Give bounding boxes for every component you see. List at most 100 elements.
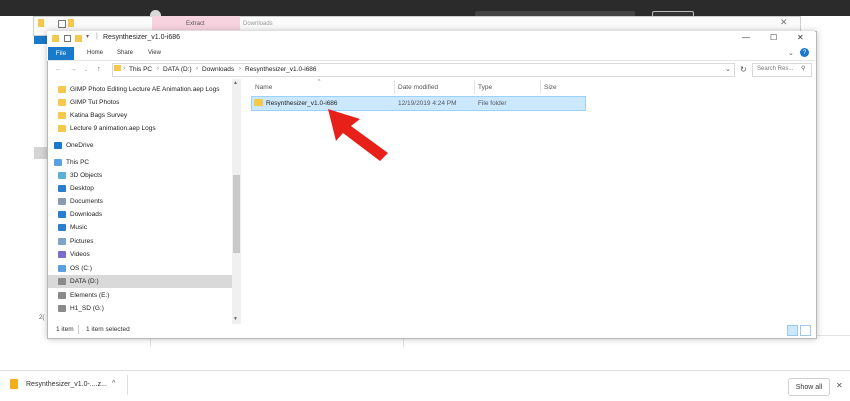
recent-locations-icon[interactable]: ⌄ — [84, 67, 88, 73]
details-view-icon[interactable] — [787, 325, 798, 336]
pictures-icon — [58, 238, 66, 245]
sidebar-item-label: 3D Objects — [70, 172, 103, 179]
maximize-button[interactable]: ☐ — [770, 33, 777, 42]
tab-share[interactable]: Share — [117, 50, 133, 56]
folder-icon — [58, 86, 66, 93]
close-icon[interactable]: ✕ — [836, 381, 843, 390]
sidebar-item-label: Music — [70, 224, 87, 231]
status-divider — [78, 325, 79, 334]
title-separator-icon: | — [96, 33, 98, 40]
column-header-type[interactable]: Type — [478, 84, 492, 91]
sidebar-item-8[interactable]: Documents — [48, 195, 233, 208]
tab-home[interactable]: Home — [87, 50, 103, 56]
sidebar-item-11[interactable]: Pictures — [48, 235, 233, 248]
up-arrow-icon[interactable]: ↑ — [97, 66, 101, 73]
show-all-button[interactable]: Show all — [788, 378, 830, 396]
sidebar-item-5[interactable]: This PC — [48, 156, 233, 169]
download-divider — [127, 375, 128, 395]
chevron-right-icon: › — [157, 66, 159, 72]
zip-file-icon — [10, 379, 18, 389]
sidebar-item-label: GIMP Photo Editing Lecture AE Animation.… — [70, 86, 220, 93]
sidebar-item-10[interactable]: Music — [48, 221, 233, 234]
sidebar-item-14[interactable]: DATA (D:) — [48, 275, 233, 288]
breadcrumb-downloads[interactable]: Downloads — [202, 66, 234, 73]
close-icon[interactable]: ✕ — [780, 17, 788, 28]
tab-file[interactable]: File — [48, 47, 74, 60]
scroll-up-icon[interactable]: ▲ — [233, 80, 238, 86]
back-arrow-icon[interactable]: ← — [55, 66, 62, 73]
forward-arrow-icon[interactable]: → — [70, 66, 77, 73]
sidebar-item-7[interactable]: Desktop — [48, 182, 233, 195]
drive-icon — [58, 292, 66, 299]
folder-icon — [38, 19, 44, 27]
sidebar-item-9[interactable]: Downloads — [48, 208, 233, 221]
chevron-right-icon: › — [123, 66, 125, 72]
sidebar-item-13[interactable]: OS (C:) — [48, 262, 233, 275]
column-divider[interactable] — [474, 80, 475, 94]
sidebar-item-label: This PC — [66, 159, 90, 166]
chevron-right-icon: › — [239, 66, 241, 72]
download-icon — [58, 211, 66, 218]
column-header-size[interactable]: Size — [544, 84, 557, 91]
close-button[interactable]: ✕ — [797, 33, 804, 42]
minimize-button[interactable]: — — [742, 33, 750, 42]
refresh-icon[interactable]: ↻ — [740, 65, 747, 74]
chevron-up-icon[interactable]: ^ — [112, 380, 115, 387]
download-item-name[interactable]: Resynthesizer_v1.0-....z... — [26, 381, 107, 388]
file-name: Resynthesizer_v1.0-i686 — [266, 100, 338, 107]
sidebar-item-16[interactable]: H1_SD (G:) — [48, 302, 233, 315]
help-button[interactable]: ? — [800, 48, 809, 57]
properties-icon[interactable] — [64, 35, 71, 42]
sidebar-item-label: H1_SD (G:) — [70, 305, 104, 312]
column-header-name[interactable]: Name — [255, 84, 272, 91]
sidebar-item-0[interactable]: GIMP Photo Editing Lecture AE Animation.… — [48, 83, 233, 96]
nav-scrollbar-thumb[interactable] — [233, 175, 240, 253]
sidebar-item-4[interactable]: OneDrive — [48, 139, 233, 152]
folder-icon — [58, 125, 66, 132]
folder-icon — [58, 99, 66, 106]
sidebar-item-12[interactable]: Videos — [48, 248, 233, 261]
folder-icon — [114, 65, 121, 71]
breadcrumb-data-drive[interactable]: DATA (D:) — [163, 66, 192, 73]
music-icon — [58, 224, 66, 231]
sidebar-item-1[interactable]: GIMP Tut Photos — [48, 96, 233, 109]
expand-ribbon-icon[interactable]: ⌄ — [788, 49, 794, 57]
background-selection — [34, 147, 48, 159]
background-status-text: 2( — [39, 315, 45, 321]
sidebar-item-label: GIMP Tut Photos — [70, 99, 120, 106]
desktop-icon — [58, 185, 66, 192]
new-folder-icon[interactable] — [75, 35, 82, 42]
folder-icon — [254, 99, 263, 106]
sidebar-item-label: Videos — [70, 251, 90, 258]
tab-view[interactable]: View — [148, 50, 161, 56]
sidebar-item-label: Katina Bags Survey — [70, 112, 128, 119]
sidebar-item-label: Downloads — [70, 211, 103, 218]
sidebar-item-label: Pictures — [70, 238, 94, 245]
sidebar-item-label: Elements (E:) — [70, 292, 110, 299]
address-dropdown-icon[interactable]: ⌄ — [725, 65, 731, 73]
large-icons-view-icon[interactable] — [800, 325, 811, 336]
column-header-date-modified[interactable]: Date modified — [398, 84, 438, 91]
cloud-icon — [54, 142, 62, 149]
drive-icon — [58, 305, 66, 312]
drive-icon — [58, 265, 66, 272]
window-title: Resynthesizer_v1.0-i686 — [103, 34, 181, 41]
sidebar-item-label: Documents — [70, 198, 103, 205]
sidebar-item-label: Lecture 9 animation.aep Logs — [70, 125, 156, 132]
breadcrumb-this-pc[interactable]: This PC — [129, 66, 152, 73]
scroll-down-icon[interactable]: ▼ — [233, 316, 238, 322]
customize-toolbar-icon[interactable]: ▾ — [86, 33, 89, 40]
column-divider[interactable] — [540, 80, 541, 94]
sidebar-item-6[interactable]: 3D Objects — [48, 169, 233, 182]
search-icon[interactable]: ⚲ — [801, 65, 805, 72]
sidebar-item-2[interactable]: Katina Bags Survey — [48, 109, 233, 122]
folder-icon — [58, 112, 66, 119]
checkbox-icon — [58, 20, 66, 28]
computer-icon — [54, 159, 62, 166]
drive-icon — [58, 278, 66, 285]
column-divider[interactable] — [394, 80, 395, 94]
sidebar-item-15[interactable]: Elements (E:) — [48, 289, 233, 302]
search-placeholder: Search Res... — [757, 66, 794, 72]
breadcrumb-current-folder[interactable]: Resynthesizer_v1.0-i686 — [245, 66, 317, 73]
sidebar-item-3[interactable]: Lecture 9 animation.aep Logs — [48, 122, 233, 135]
